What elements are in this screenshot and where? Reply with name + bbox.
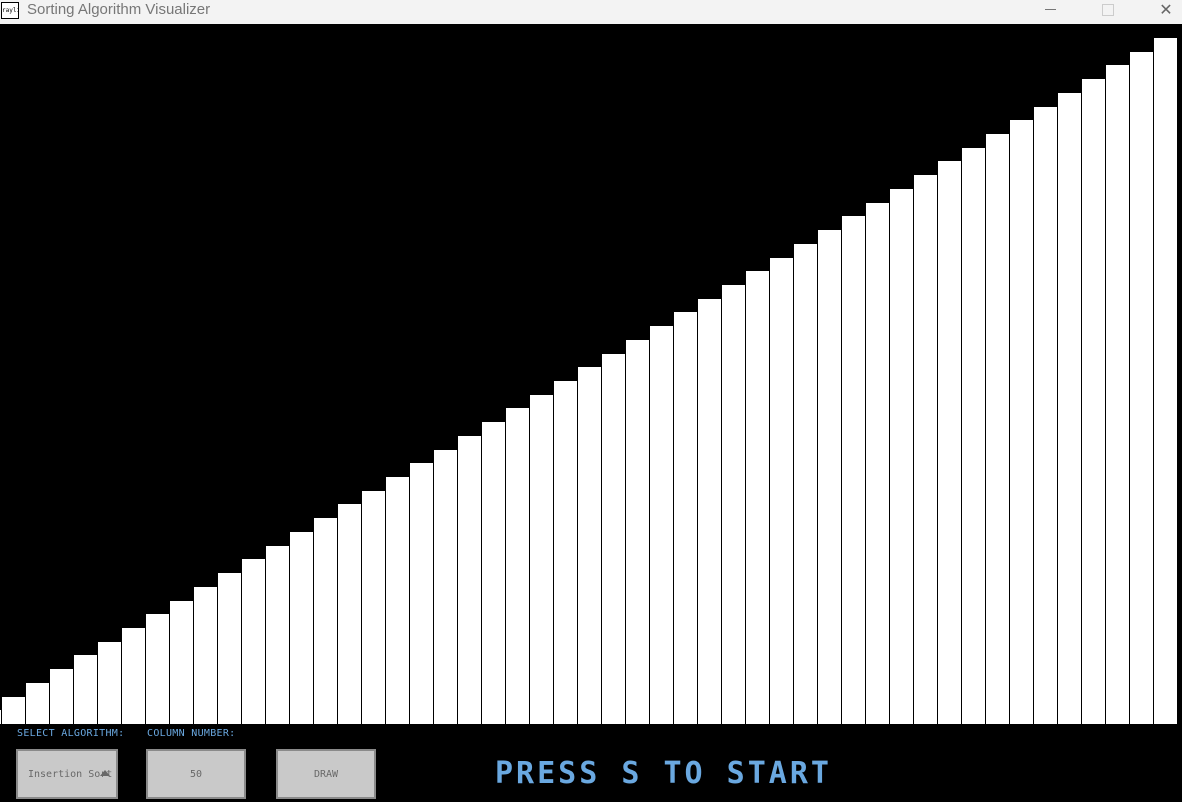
bar-29	[650, 326, 673, 724]
bar-28	[626, 340, 649, 724]
maximize-button[interactable]	[1085, 0, 1131, 19]
bar-15	[314, 518, 337, 724]
bar-37	[842, 216, 865, 724]
column-number-input[interactable]: 50	[146, 749, 246, 799]
algorithm-dropdown[interactable]: Insertion Sort	[16, 749, 118, 799]
dropdown-arrow-icon	[100, 770, 110, 776]
column-number-label: COLUMN NUMBER:	[147, 728, 236, 739]
window-title: Sorting Algorithm Visualizer	[27, 1, 211, 18]
app-icon: raylib	[1, 2, 19, 19]
column-number-value: 50	[189, 768, 203, 780]
bar-4	[50, 669, 73, 724]
bar-12	[242, 559, 265, 724]
bar-41	[938, 161, 961, 724]
bar-19	[410, 463, 433, 724]
bar-42	[962, 148, 985, 724]
bar-34	[770, 258, 793, 724]
bar-32	[722, 285, 745, 724]
bar-11	[218, 573, 241, 724]
start-message: PRESS S TO START	[495, 756, 832, 791]
bar-46	[1058, 93, 1081, 724]
bar-35	[794, 244, 817, 724]
bar-14	[290, 532, 313, 724]
bar-26	[578, 367, 601, 724]
bar-44	[1010, 120, 1033, 724]
bar-39	[890, 189, 913, 724]
bar-9	[170, 601, 193, 724]
bar-13	[266, 546, 289, 724]
bar-48	[1106, 65, 1129, 724]
bar-40	[914, 175, 937, 724]
minimize-button[interactable]	[1027, 0, 1073, 19]
bar-38	[866, 203, 889, 724]
bar-2	[2, 697, 25, 724]
bar-16	[338, 504, 361, 724]
bar-canvas	[0, 24, 1182, 724]
bar-22	[482, 422, 505, 724]
bar-7	[122, 628, 145, 724]
draw-button[interactable]: DRAW	[276, 749, 376, 799]
algorithm-label: SELECT ALGORITHM:	[17, 728, 125, 739]
bar-18	[386, 477, 409, 724]
bar-50	[1154, 38, 1177, 724]
bar-27	[602, 354, 625, 724]
bar-33	[746, 271, 769, 724]
bar-6	[98, 642, 121, 724]
bar-23	[506, 408, 529, 724]
bar-30	[674, 312, 697, 724]
close-button[interactable]: ✕	[1143, 0, 1182, 19]
minimize-icon	[1044, 9, 1056, 10]
bar-5	[74, 655, 97, 724]
bar-24	[530, 395, 553, 724]
bar-49	[1130, 52, 1153, 724]
bar-1	[0, 710, 1, 724]
title-bar: raylib Sorting Algorithm Visualizer ✕	[0, 0, 1182, 24]
bar-31	[698, 299, 721, 724]
bar-36	[818, 230, 841, 724]
bar-47	[1082, 79, 1105, 724]
bar-10	[194, 587, 217, 724]
bar-3	[26, 683, 49, 724]
bar-43	[986, 134, 1009, 724]
bar-8	[146, 614, 169, 724]
draw-button-label: DRAW	[313, 768, 339, 780]
bar-25	[554, 381, 577, 724]
close-icon: ✕	[1159, 0, 1173, 19]
bar-45	[1034, 107, 1057, 724]
maximize-icon	[1102, 3, 1114, 16]
bar-17	[362, 491, 385, 724]
bar-20	[434, 450, 457, 724]
bar-21	[458, 436, 481, 724]
